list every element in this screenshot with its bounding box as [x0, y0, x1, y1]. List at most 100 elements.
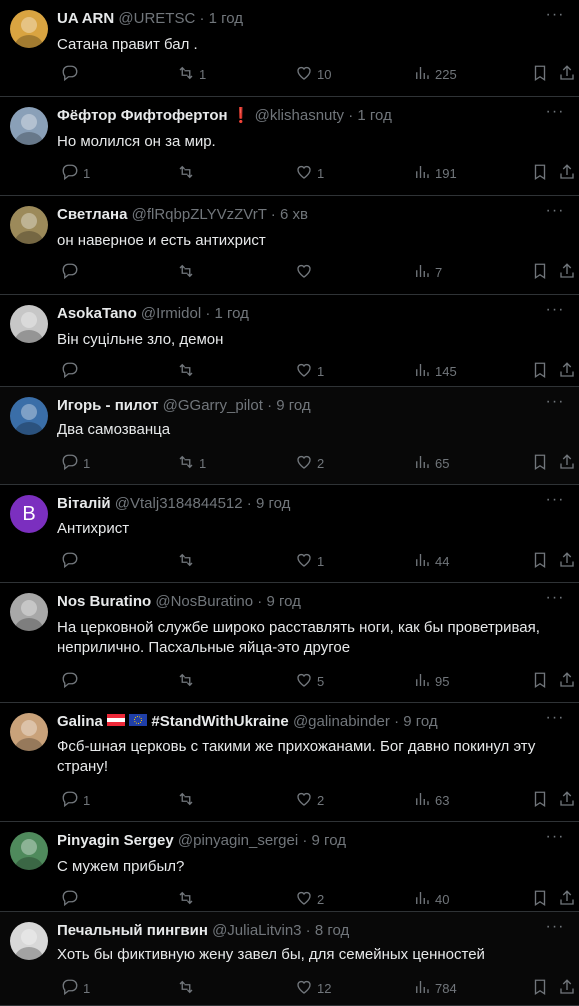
- like-button[interactable]: 1: [291, 551, 324, 571]
- reply-button[interactable]: 1: [57, 453, 90, 473]
- views-button[interactable]: 65: [409, 453, 449, 473]
- bookmark-button[interactable]: [527, 64, 549, 84]
- avatar[interactable]: [10, 713, 48, 751]
- reply-button[interactable]: [57, 64, 83, 84]
- post-time[interactable]: 9 год: [266, 593, 300, 610]
- reply-button[interactable]: [57, 551, 83, 571]
- like-button[interactable]: [291, 262, 317, 282]
- tweet-reply[interactable]: Печальный пингвин @JuliaLitvin3 · 8 год ·…: [0, 912, 579, 1006]
- tweet-reply[interactable]: Фёфтор Фифтофертон ❗ @klishasnuty · 1 го…: [0, 97, 579, 196]
- author-handle[interactable]: @JuliaLitvin3: [212, 922, 301, 939]
- like-button[interactable]: 2: [291, 790, 324, 810]
- author-name[interactable]: UA ARN: [57, 10, 114, 27]
- author-name[interactable]: Galina: [57, 713, 103, 730]
- views-button[interactable]: 95: [409, 671, 449, 691]
- post-time[interactable]: 1 год: [357, 107, 391, 124]
- tweet-reply[interactable]: Светлана @flRqbpZLYVzZVrT · 6 хв ··· он на…: [0, 196, 579, 295]
- reply-button[interactable]: [57, 262, 83, 282]
- author-handle[interactable]: @URETSC: [118, 10, 195, 27]
- tweet-reply[interactable]: Игорь - пилот @GGarry_pilot · 9 год ··· Дв…: [0, 387, 579, 485]
- tweet-reply[interactable]: Pinyagin Sergey @pinyagin_sergei · 9 год…: [0, 822, 579, 912]
- views-button[interactable]: 225: [409, 64, 457, 84]
- like-button[interactable]: 12: [291, 978, 331, 998]
- reply-button[interactable]: [57, 361, 83, 381]
- avatar[interactable]: [10, 107, 48, 145]
- retweet-button[interactable]: [173, 889, 199, 909]
- bookmark-button[interactable]: [527, 551, 549, 571]
- retweet-button[interactable]: [173, 163, 199, 183]
- share-button[interactable]: [554, 551, 576, 571]
- more-options-icon[interactable]: ···: [545, 492, 565, 511]
- author-name[interactable]: Віталій: [57, 495, 111, 512]
- more-options-icon[interactable]: ···: [545, 919, 565, 938]
- post-time[interactable]: 1 год: [209, 10, 243, 27]
- like-button[interactable]: 5: [291, 671, 324, 691]
- author-name[interactable]: Игорь - пилот: [57, 397, 158, 414]
- like-button[interactable]: 2: [291, 889, 324, 909]
- author-name[interactable]: Pinyagin Sergey: [57, 832, 174, 849]
- like-button[interactable]: 10: [291, 64, 331, 84]
- retweet-button[interactable]: [173, 551, 199, 571]
- more-options-icon[interactable]: ···: [545, 104, 565, 123]
- views-button[interactable]: 63: [409, 790, 449, 810]
- author-handle[interactable]: @pinyagin_sergei: [178, 832, 298, 849]
- retweet-button[interactable]: 1: [173, 64, 206, 84]
- like-button[interactable]: 1: [291, 163, 324, 183]
- post-time[interactable]: 1 год: [215, 305, 249, 322]
- avatar[interactable]: [10, 832, 48, 870]
- avatar[interactable]: [10, 10, 48, 48]
- avatar[interactable]: [10, 397, 48, 435]
- share-button[interactable]: [554, 453, 576, 473]
- author-handle[interactable]: @galinabinder: [293, 713, 390, 730]
- reply-button[interactable]: [57, 889, 83, 909]
- retweet-button[interactable]: [173, 361, 199, 381]
- more-options-icon[interactable]: ···: [545, 203, 565, 222]
- post-time[interactable]: 9 год: [256, 495, 290, 512]
- author-handle[interactable]: @NosBuratino: [155, 593, 253, 610]
- share-button[interactable]: [554, 361, 576, 381]
- reply-button[interactable]: [57, 671, 83, 691]
- bookmark-button[interactable]: [527, 790, 549, 810]
- avatar[interactable]: B: [10, 495, 48, 533]
- author-name[interactable]: Печальный пингвин: [57, 922, 208, 939]
- more-options-icon[interactable]: ···: [545, 710, 565, 729]
- share-button[interactable]: [554, 163, 576, 183]
- tweet-reply[interactable]: UA ARN @URETSC · 1 год ··· Сатана правит б…: [0, 0, 579, 97]
- bookmark-button[interactable]: [527, 978, 549, 998]
- bookmark-button[interactable]: [527, 163, 549, 183]
- author-handle[interactable]: @Irmidol: [141, 305, 201, 322]
- avatar[interactable]: [10, 305, 48, 343]
- author-handle[interactable]: @GGarry_pilot: [163, 397, 263, 414]
- more-options-icon[interactable]: ···: [545, 394, 565, 413]
- post-time[interactable]: 9 год: [403, 713, 437, 730]
- views-button[interactable]: 44: [409, 551, 449, 571]
- share-button[interactable]: [554, 790, 576, 810]
- tweet-reply[interactable]: B Віталій @Vtalj3184844512 · 9 год ··· Анти…: [0, 485, 579, 583]
- more-options-icon[interactable]: ···: [545, 829, 565, 848]
- post-time[interactable]: 9 год: [276, 397, 310, 414]
- reply-button[interactable]: 1: [57, 978, 90, 998]
- tweet-reply[interactable]: Galina #StandWithUkraine @galinabinder ·…: [0, 703, 579, 822]
- post-time[interactable]: 8 год: [315, 922, 349, 939]
- bookmark-button[interactable]: [527, 361, 549, 381]
- retweet-button[interactable]: [173, 262, 199, 282]
- share-button[interactable]: [554, 671, 576, 691]
- post-time[interactable]: 6 хв: [280, 206, 308, 223]
- post-time[interactable]: 9 год: [312, 832, 346, 849]
- like-button[interactable]: 1: [291, 361, 324, 381]
- avatar[interactable]: [10, 206, 48, 244]
- avatar[interactable]: [10, 922, 48, 960]
- retweet-button[interactable]: [173, 978, 199, 998]
- views-button[interactable]: 191: [409, 163, 457, 183]
- more-options-icon[interactable]: ···: [545, 590, 565, 609]
- tweet-reply[interactable]: Nos Buratino @NosBuratino · 9 год ··· На ц…: [0, 583, 579, 703]
- share-button[interactable]: [554, 262, 576, 282]
- avatar[interactable]: [10, 593, 48, 631]
- views-button[interactable]: 784: [409, 978, 457, 998]
- author-name[interactable]: AsokaTano: [57, 305, 137, 322]
- retweet-button[interactable]: 1: [173, 453, 206, 473]
- author-name[interactable]: Фёфтор Фифтофертон: [57, 107, 228, 124]
- bookmark-button[interactable]: [527, 889, 549, 909]
- share-button[interactable]: [554, 889, 576, 909]
- author-handle[interactable]: @Vtalj3184844512: [115, 495, 243, 512]
